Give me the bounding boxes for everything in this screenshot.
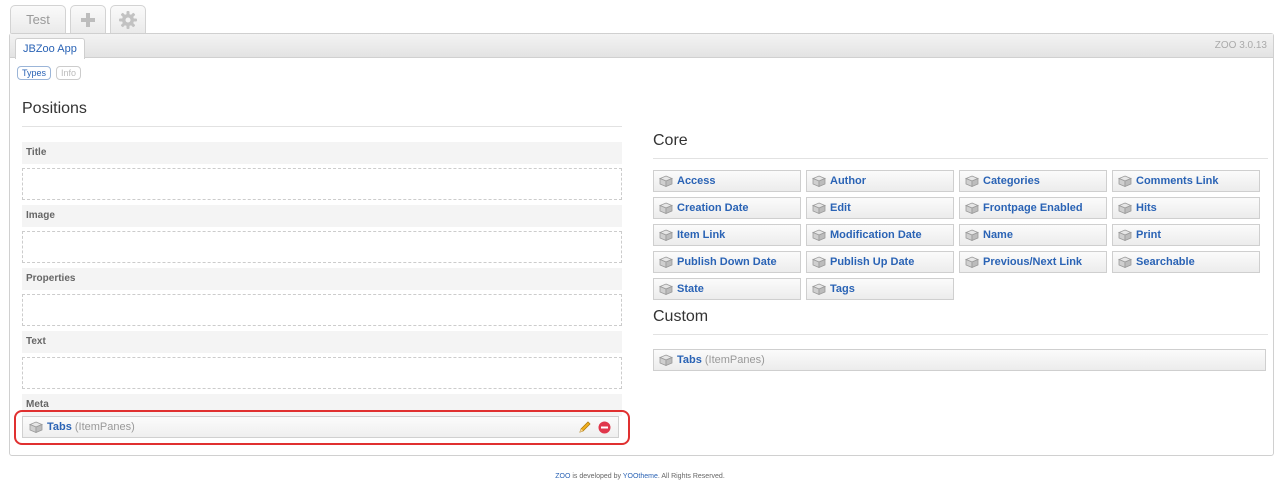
cube-icon	[965, 175, 979, 187]
core-elements-grid: Access Author Categories Comments Link Creat…	[653, 170, 1268, 300]
plus-icon	[81, 12, 95, 27]
position-title-dropzone[interactable]	[22, 168, 622, 200]
pencil-icon[interactable]	[578, 420, 592, 434]
core-element-label: Author	[830, 175, 867, 187]
positions-column: Positions Title Image Properties Text Me…	[22, 100, 622, 416]
tab-jbzoo-app[interactable]: JBZoo App	[15, 38, 85, 59]
cube-icon	[659, 175, 673, 187]
core-title: Core	[653, 132, 1268, 159]
settings-tab[interactable]	[110, 5, 146, 33]
core-element-publish-down-date[interactable]: Publish Down Date	[653, 251, 801, 273]
tab-test-label: Test	[26, 12, 50, 27]
cube-icon	[812, 229, 826, 241]
position-title-label: Title	[22, 142, 622, 164]
position-properties-dropzone[interactable]	[22, 294, 622, 326]
frame-header: JBZoo App ZOO 3.0.13	[10, 34, 1273, 59]
footer-yootheme-link[interactable]: YOOtheme	[623, 473, 658, 480]
custom-element-tabs[interactable]: Tabs (ItemPanes)	[653, 349, 1266, 371]
custom-title: Custom	[653, 308, 1268, 335]
core-element-label: Item Link	[677, 229, 726, 241]
position-properties-label: Properties	[22, 268, 622, 290]
cube-icon	[812, 256, 826, 268]
core-element-hits[interactable]: Hits	[1112, 197, 1260, 219]
core-element-label: Frontpage Enabled	[983, 202, 1083, 214]
position-text-dropzone[interactable]	[22, 357, 622, 389]
core-element-item-link[interactable]: Item Link	[653, 224, 801, 246]
gear-icon	[119, 10, 137, 29]
footer: ZOO is developed by YOOtheme. All Rights…	[0, 473, 1280, 480]
core-element-label: Publish Down Date	[677, 256, 777, 268]
delete-icon[interactable]	[598, 421, 611, 434]
meta-element-type: (ItemPanes)	[74, 421, 135, 433]
app-frame: JBZoo App ZOO 3.0.13 Types Info Position…	[9, 33, 1274, 456]
subtab-types[interactable]: Types	[17, 66, 52, 80]
core-element-access[interactable]: Access	[653, 170, 801, 192]
core-element-publish-up-date[interactable]: Publish Up Date	[806, 251, 954, 273]
top-tabs: Test	[10, 5, 146, 35]
cube-icon	[965, 256, 979, 268]
core-element-label: Hits	[1136, 202, 1157, 214]
cube-icon	[812, 175, 826, 187]
core-element-label: Access	[677, 175, 716, 187]
meta-element-tabs[interactable]: Tabs (ItemPanes)	[22, 416, 619, 438]
cube-icon	[659, 202, 673, 214]
meta-element-name: Tabs	[47, 421, 72, 433]
cube-icon	[29, 421, 43, 433]
core-element-tags[interactable]: Tags	[806, 278, 954, 300]
core-element-creation-date[interactable]: Creation Date	[653, 197, 801, 219]
subtab-info[interactable]: Info	[56, 66, 82, 80]
core-element-label: Comments Link	[1136, 175, 1219, 187]
cube-icon	[659, 354, 673, 366]
footer-text-middle: is developed by	[570, 473, 623, 480]
core-element-author[interactable]: Author	[806, 170, 954, 192]
core-column: Core Access Author Categories Comments Link…	[653, 132, 1268, 371]
sub-tabs: Types Info	[17, 66, 82, 80]
positions-list: Title Image Properties Text Meta	[22, 142, 622, 416]
core-element-frontpage-enabled[interactable]: Frontpage Enabled	[959, 197, 1107, 219]
core-element-categories[interactable]: Categories	[959, 170, 1107, 192]
core-element-label: Print	[1136, 229, 1162, 241]
add-app-tab[interactable]	[70, 5, 106, 33]
core-element-state[interactable]: State	[653, 278, 801, 300]
core-element-searchable[interactable]: Searchable	[1112, 251, 1260, 273]
core-element-comments-link[interactable]: Comments Link	[1112, 170, 1260, 192]
core-element-modification-date[interactable]: Modification Date	[806, 224, 954, 246]
core-element-label: Previous/Next Link	[983, 256, 1083, 268]
core-element-label: Searchable	[1136, 256, 1195, 268]
position-image-label: Image	[22, 205, 622, 227]
core-element-label: Creation Date	[677, 202, 749, 214]
tab-test[interactable]: Test	[10, 5, 66, 33]
version-label: ZOO 3.0.13	[1214, 40, 1267, 51]
cube-icon	[1118, 202, 1132, 214]
cube-icon	[812, 283, 826, 295]
cube-icon	[812, 202, 826, 214]
core-element-label: Publish Up Date	[830, 256, 915, 268]
core-element-label: Name	[983, 229, 1013, 241]
cube-icon	[659, 283, 673, 295]
core-element-print[interactable]: Print	[1112, 224, 1260, 246]
cube-icon	[1118, 229, 1132, 241]
core-element-label: Tags	[830, 283, 855, 295]
core-element-previous-next-link[interactable]: Previous/Next Link	[959, 251, 1107, 273]
core-element-label: Modification Date	[830, 229, 922, 241]
core-element-name[interactable]: Name	[959, 224, 1107, 246]
position-image-dropzone[interactable]	[22, 231, 622, 263]
core-element-label: Edit	[830, 202, 851, 214]
cube-icon	[659, 229, 673, 241]
cube-icon	[659, 256, 673, 268]
core-element-label: State	[677, 283, 704, 295]
core-element-label: Categories	[983, 175, 1040, 187]
cube-icon	[1118, 175, 1132, 187]
positions-title: Positions	[22, 100, 622, 127]
footer-text-end: . All Rights Reserved.	[657, 473, 725, 480]
custom-element-name: Tabs	[677, 354, 702, 366]
position-text-label: Text	[22, 331, 622, 353]
cube-icon	[965, 229, 979, 241]
cube-icon	[965, 202, 979, 214]
meta-element-actions	[578, 420, 611, 434]
cube-icon	[1118, 256, 1132, 268]
custom-element-type: (ItemPanes)	[704, 354, 765, 366]
core-element-edit[interactable]: Edit	[806, 197, 954, 219]
footer-zoo-link[interactable]: ZOO	[555, 473, 570, 480]
